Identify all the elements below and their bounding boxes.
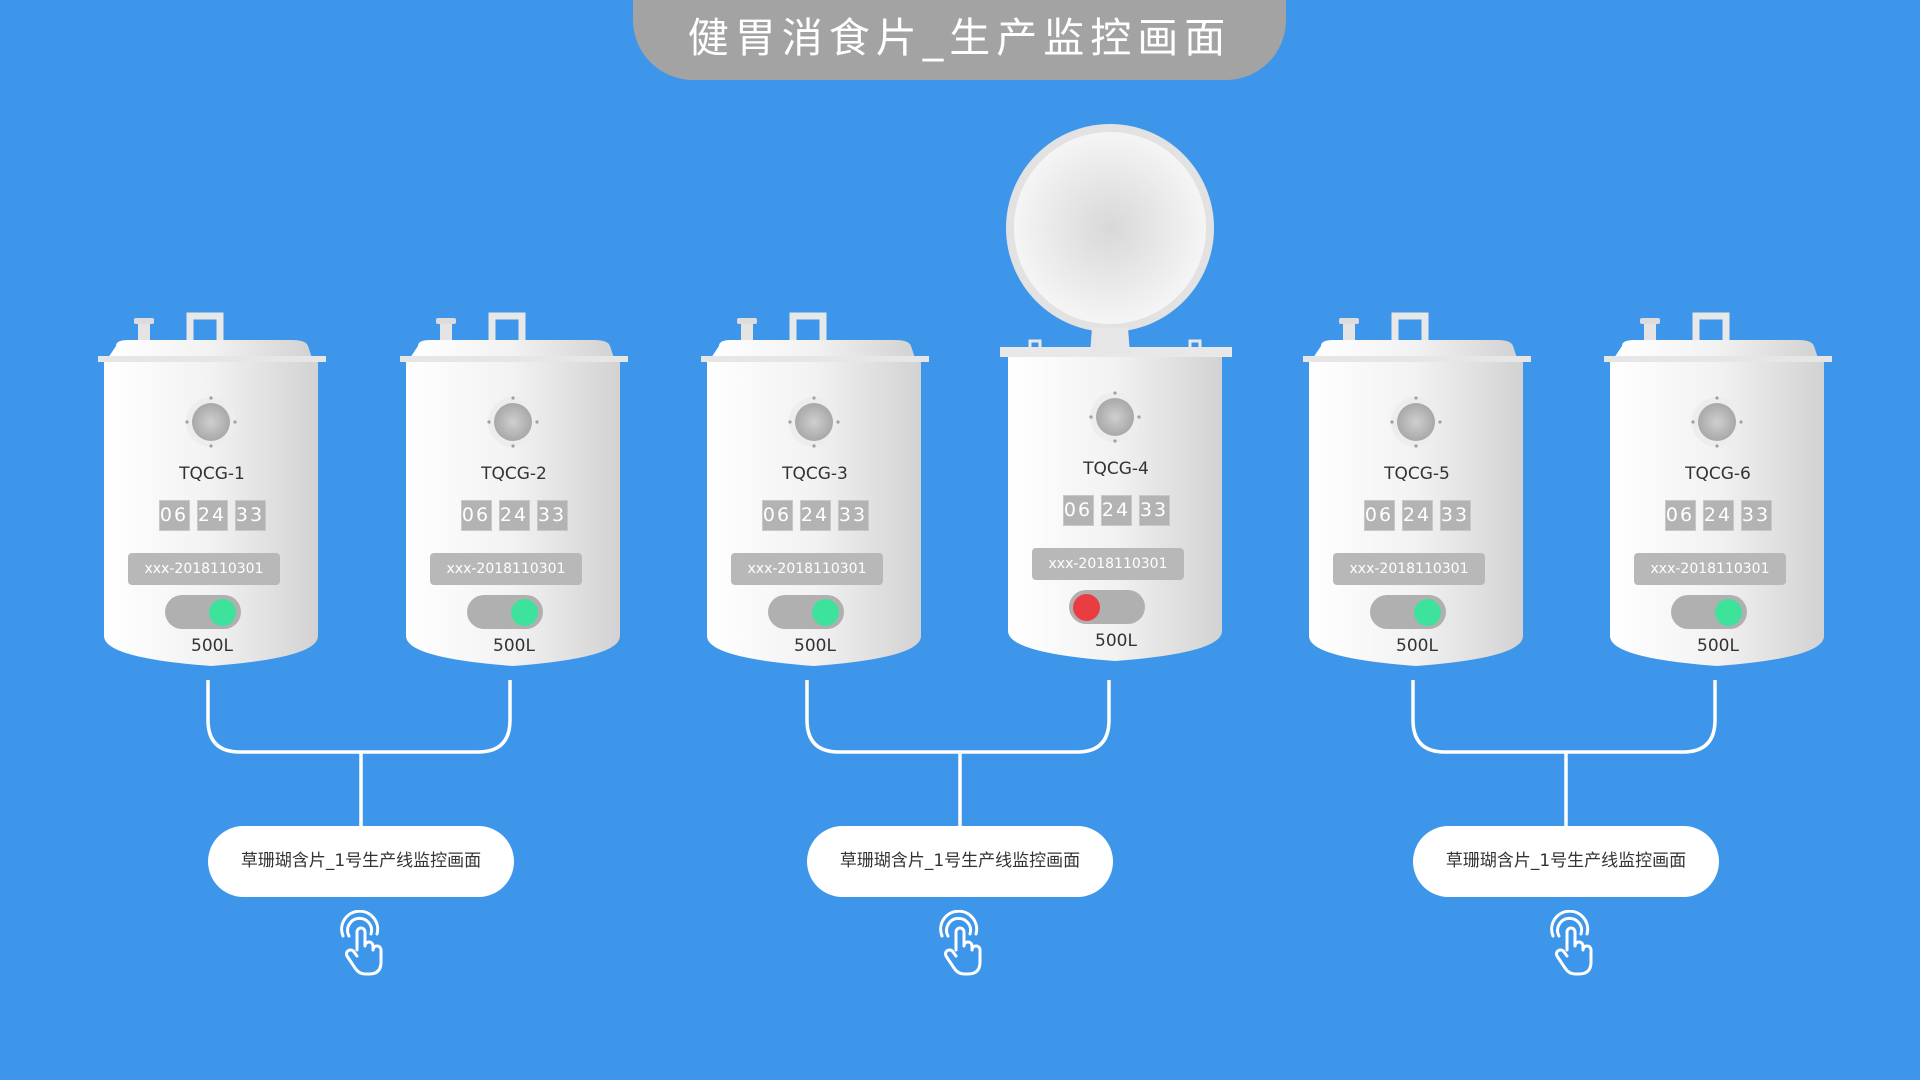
toggle-knob bbox=[209, 599, 236, 626]
tank-name: TQCG-2 bbox=[481, 464, 547, 484]
timer-seconds: 33 bbox=[837, 500, 869, 531]
tank-volume: 500L bbox=[1697, 636, 1739, 656]
toggle-knob bbox=[1715, 599, 1742, 626]
hand-pointer-icon[interactable] bbox=[1545, 910, 1597, 976]
timer-seconds: 33 bbox=[536, 500, 568, 531]
batch-number: xxx-2018110301 bbox=[1634, 553, 1786, 585]
batch-number: xxx-2018110301 bbox=[128, 553, 280, 585]
hand-pointer-icon[interactable] bbox=[335, 910, 387, 976]
tank-volume: 500L bbox=[1095, 631, 1137, 651]
tank-5[interactable]: TQCG-5 06 24 33 xxx-2018110301 500L bbox=[1301, 312, 1533, 682]
tank-name: TQCG-3 bbox=[782, 464, 848, 484]
batch-number: xxx-2018110301 bbox=[1032, 548, 1184, 580]
tank-1[interactable]: TQCG-1 06 24 33 xxx-2018110301 500L bbox=[96, 312, 328, 682]
status-toggle[interactable] bbox=[768, 595, 844, 629]
tank-volume: 500L bbox=[493, 636, 535, 656]
toggle-knob bbox=[1414, 599, 1441, 626]
timer-hours: 06 bbox=[1664, 500, 1696, 531]
tank-volume: 500L bbox=[191, 636, 233, 656]
toggle-knob bbox=[511, 599, 538, 626]
production-line-label: 草珊瑚含片_1号生产线监控画面 bbox=[240, 851, 482, 871]
timer-minutes: 24 bbox=[1401, 500, 1433, 531]
batch-number: xxx-2018110301 bbox=[430, 553, 582, 585]
timer-minutes: 24 bbox=[498, 500, 530, 531]
timer-hours: 06 bbox=[1062, 495, 1094, 526]
batch-number: xxx-2018110301 bbox=[731, 553, 883, 585]
timer-hours: 06 bbox=[1363, 500, 1395, 531]
timer-minutes: 24 bbox=[196, 500, 228, 531]
open-lid bbox=[1002, 122, 1218, 358]
timer-seconds: 33 bbox=[234, 500, 266, 531]
status-toggle[interactable] bbox=[1671, 595, 1747, 629]
status-toggle[interactable] bbox=[165, 595, 241, 629]
tank-name: TQCG-4 bbox=[1083, 459, 1149, 479]
tank-volume: 500L bbox=[1396, 636, 1438, 656]
tank-6[interactable]: TQCG-6 06 24 33 xxx-2018110301 500L bbox=[1602, 312, 1834, 682]
hand-pointer-icon[interactable] bbox=[934, 910, 986, 976]
timer-hours: 06 bbox=[158, 500, 190, 531]
status-toggle[interactable] bbox=[1069, 590, 1145, 624]
production-line-link-2[interactable]: 草珊瑚含片_1号生产线监控画面 bbox=[807, 826, 1113, 897]
tank-volume: 500L bbox=[794, 636, 836, 656]
tank-4[interactable]: TQCG-4 06 24 33 xxx-2018110301 500L bbox=[1000, 307, 1232, 677]
status-toggle[interactable] bbox=[1370, 595, 1446, 629]
timer-hours: 06 bbox=[761, 500, 793, 531]
production-line-link-3[interactable]: 草珊瑚含片_1号生产线监控画面 bbox=[1413, 826, 1719, 897]
tank-timer: 06 24 33 bbox=[699, 500, 931, 531]
timer-minutes: 24 bbox=[1702, 500, 1734, 531]
tank-timer: 06 24 33 bbox=[1301, 500, 1533, 531]
tank-timer: 06 24 33 bbox=[1602, 500, 1834, 531]
tank-name: TQCG-6 bbox=[1685, 464, 1751, 484]
tank-timer: 06 24 33 bbox=[398, 500, 630, 531]
toggle-knob bbox=[812, 599, 839, 626]
toggle-knob bbox=[1073, 594, 1100, 621]
status-toggle[interactable] bbox=[467, 595, 543, 629]
tank-timer: 06 24 33 bbox=[96, 500, 328, 531]
tank-2[interactable]: TQCG-2 06 24 33 xxx-2018110301 500L bbox=[398, 312, 630, 682]
batch-number: xxx-2018110301 bbox=[1333, 553, 1485, 585]
production-line-label: 草珊瑚含片_1号生产线监控画面 bbox=[839, 851, 1081, 871]
timer-seconds: 33 bbox=[1740, 500, 1772, 531]
timer-seconds: 33 bbox=[1138, 495, 1170, 526]
timer-hours: 06 bbox=[460, 500, 492, 531]
timer-seconds: 33 bbox=[1439, 500, 1471, 531]
tank-3[interactable]: TQCG-3 06 24 33 xxx-2018110301 500L bbox=[699, 312, 931, 682]
timer-minutes: 24 bbox=[1100, 495, 1132, 526]
production-line-label: 草珊瑚含片_1号生产线监控画面 bbox=[1445, 851, 1687, 871]
timer-minutes: 24 bbox=[799, 500, 831, 531]
production-line-link-1[interactable]: 草珊瑚含片_1号生产线监控画面 bbox=[208, 826, 514, 897]
tank-name: TQCG-1 bbox=[179, 464, 245, 484]
tank-timer: 06 24 33 bbox=[1000, 495, 1232, 526]
tank-name: TQCG-5 bbox=[1384, 464, 1450, 484]
